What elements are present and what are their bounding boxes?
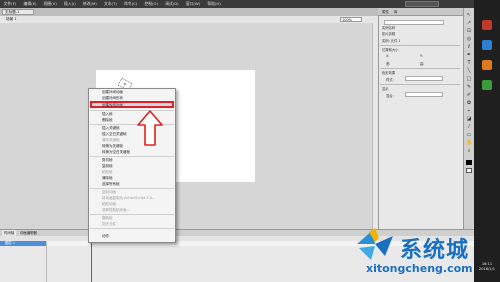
menu-commands[interactable]: 命令(C) (120, 1, 140, 7)
up-arrow-icon (137, 110, 163, 146)
tab-library[interactable]: 库 (394, 9, 397, 14)
watermark-logo (357, 228, 393, 260)
menu-edit[interactable]: 编辑(E) (20, 1, 40, 7)
prop-style-label: 样式: (386, 78, 394, 82)
prop-y-label: Y: (420, 54, 423, 58)
layer-row[interactable]: 图层 1 (0, 241, 46, 246)
menu-item-clear-keyframe[interactable]: 清除关键帧 (102, 138, 120, 142)
menu-text[interactable]: 文本(T) (100, 1, 120, 7)
menu-insert[interactable]: 插入(I) (60, 1, 79, 7)
menu-file[interactable]: 文件(F) (0, 1, 20, 7)
bone-tool-icon[interactable]: ⌁ (466, 108, 472, 114)
help-search-input[interactable] (405, 1, 439, 7)
eraser-tool-icon[interactable]: ▭ (466, 132, 472, 138)
menu-item-convert-to-keyframes[interactable]: 转换为关键帧 (102, 144, 123, 148)
menu-item-reverse-frames[interactable]: 翻转帧 (102, 216, 113, 220)
menu-item-synchronize-symbols[interactable]: 同步元件 (102, 222, 116, 226)
deco-tool-icon[interactable]: ✿ (466, 100, 472, 106)
menu-item-create-shape-tween[interactable]: 创建补间形状 (102, 96, 123, 100)
watermark-brand: 系统城 (400, 238, 470, 263)
menu-item-cut-frames[interactable]: 剪切帧 (102, 158, 113, 162)
pencil-tool-icon[interactable]: ✎ (466, 84, 472, 90)
clock-date: 2016/1/1 (478, 267, 496, 271)
menu-item-paste-frames[interactable]: 粘贴帧 (102, 170, 113, 174)
zoom-select[interactable]: 100% (340, 17, 362, 22)
menu-item-insert-blank-keyframe[interactable]: 插入空白关键帧 (102, 132, 127, 136)
prop-instance-of: 实例: 元件 1 (382, 39, 401, 43)
stroke-color-swatch[interactable] (466, 160, 472, 165)
menu-item-insert-keyframe[interactable]: 插入关键帧 (102, 126, 120, 130)
scene-label[interactable]: 场景 1 (6, 17, 17, 22)
menu-item-actions[interactable]: 动作 (102, 234, 109, 238)
menu-item-create-motion-tween[interactable]: 创建补间动画 (102, 90, 123, 94)
menu-debug[interactable]: 调试(D) (162, 1, 183, 7)
blend-select[interactable] (405, 92, 443, 97)
brush-tool-icon[interactable]: ✐ (466, 92, 472, 98)
menu-item-clear-frames[interactable]: 清除帧 (102, 176, 113, 180)
app-icon[interactable] (482, 60, 492, 70)
menu-item-paste-motion[interactable]: 粘贴动画 (102, 202, 116, 206)
rectangle-tool-icon[interactable]: □ (466, 76, 472, 82)
document-tab[interactable]: 无标题-1 (2, 9, 34, 15)
menu-item-remove-frames[interactable]: 删除帧 (102, 118, 113, 122)
divider (380, 45, 460, 46)
app-icon[interactable] (482, 40, 492, 50)
menu-window[interactable]: 窗口(W) (182, 1, 204, 7)
line-tool-icon[interactable]: ╲ (466, 68, 472, 74)
menu-item-create-classic-tween[interactable]: 创建传统补间 (102, 103, 123, 107)
menu-item-paste-motion-special[interactable]: 选择性粘贴动画... (102, 208, 130, 212)
menu-help[interactable]: 帮助(H) (204, 1, 225, 7)
tab-properties[interactable]: 属性 (382, 9, 389, 14)
menu-item-insert-frame[interactable]: 插入帧 (102, 112, 113, 116)
menu-item-convert-to-blank-keyframes[interactable]: 转换为空白关键帧 (102, 150, 130, 154)
menu-item-copy-motion-as-as3[interactable]: 将动画复制为 ActionScript 3.0... (102, 196, 155, 200)
prop-blend-label: 混合: (386, 94, 394, 98)
menu-item-copy-motion[interactable]: 复制动画 (102, 190, 116, 194)
divider (380, 84, 460, 85)
subselection-tool-icon[interactable]: ↗ (466, 20, 472, 26)
menu-separator (90, 214, 174, 215)
prop-x-label: X: (386, 54, 390, 58)
selection-tool-icon[interactable]: ↖ (466, 12, 472, 18)
zoom-tool-icon[interactable]: ⌕ (466, 148, 472, 154)
app-icon[interactable] (482, 20, 492, 30)
hand-tool-icon[interactable]: ✋ (466, 140, 472, 146)
text-tool-icon[interactable]: T (466, 60, 472, 66)
section-color-effect[interactable]: 色彩效果 (382, 70, 395, 75)
prop-width-label: 宽: (386, 62, 391, 66)
pen-tool-icon[interactable]: ✒ (466, 52, 472, 58)
menu-separator (90, 188, 174, 189)
divider (380, 68, 460, 69)
menu-item-select-all-frames[interactable]: 选择所有帧 (102, 182, 120, 186)
style-select[interactable] (405, 76, 443, 81)
watermark-url: xitongcheng.com (366, 262, 473, 275)
menu-modify[interactable]: 修改(M) (79, 1, 100, 7)
3d-rotation-tool-icon[interactable]: ◎ (466, 36, 472, 42)
prop-height-label: 高: (420, 62, 425, 66)
layers-column (0, 241, 47, 282)
fill-color-swatch[interactable] (466, 168, 472, 173)
eyedropper-tool-icon[interactable]: ⁄ (466, 124, 472, 130)
menu-separator (90, 228, 174, 229)
menu-separator (90, 156, 174, 157)
section-position-size[interactable]: 位置和大小 (382, 47, 398, 52)
menu-view[interactable]: 视图(V) (40, 1, 60, 7)
paint-bucket-tool-icon[interactable]: ◪ (466, 116, 472, 122)
system-clock: 16:11 2016/1/1 (476, 262, 498, 272)
lasso-tool-icon[interactable]: ℓ (466, 44, 472, 50)
properties-panel-header (378, 8, 463, 16)
prop-instance-name: 实例名称 (382, 26, 396, 30)
app-icon[interactable] (482, 80, 492, 90)
prop-movie-clip[interactable]: 影片剪辑 (382, 31, 395, 36)
menu-item-copy-frames[interactable]: 复制帧 (102, 164, 113, 168)
section-display[interactable]: 显示 (382, 86, 389, 91)
transform-tool-icon[interactable]: ⊡ (466, 28, 472, 34)
menu-control[interactable]: 控制(O) (141, 1, 162, 7)
